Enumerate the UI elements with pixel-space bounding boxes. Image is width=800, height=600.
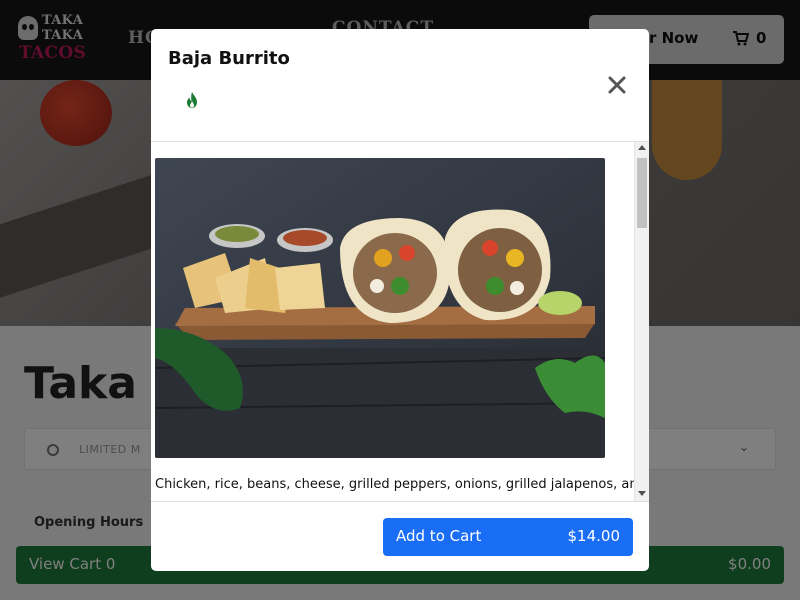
- add-to-cart-label: Add to Cart: [396, 527, 482, 545]
- modal-header: Baja Burrito: [151, 29, 649, 142]
- modal-footer: Add to Cart $14.00: [151, 501, 649, 571]
- scroll-up-arrow-icon[interactable]: [638, 145, 646, 150]
- item-description: Chicken, rice, beans, cheese, grilled pe…: [155, 477, 634, 492]
- add-to-cart-button[interactable]: Add to Cart $14.00: [383, 518, 633, 556]
- scrollbar-thumb[interactable]: [637, 158, 647, 228]
- modal-body[interactable]: Chicken, rice, beans, cheese, grilled pe…: [151, 142, 649, 501]
- item-price: $14.00: [567, 527, 621, 545]
- scroll-down-arrow-icon[interactable]: [638, 491, 646, 496]
- flame-icon: [187, 92, 197, 108]
- close-icon[interactable]: [604, 72, 630, 98]
- modal-title: Baja Burrito: [168, 48, 290, 69]
- item-modal: Baja Burrito Chicken, rice, beans, chees…: [151, 29, 649, 571]
- burrito-photo: [155, 158, 605, 458]
- modal-scroll-area[interactable]: Chicken, rice, beans, cheese, grilled pe…: [151, 142, 634, 501]
- modal-scrollbar[interactable]: [634, 142, 649, 501]
